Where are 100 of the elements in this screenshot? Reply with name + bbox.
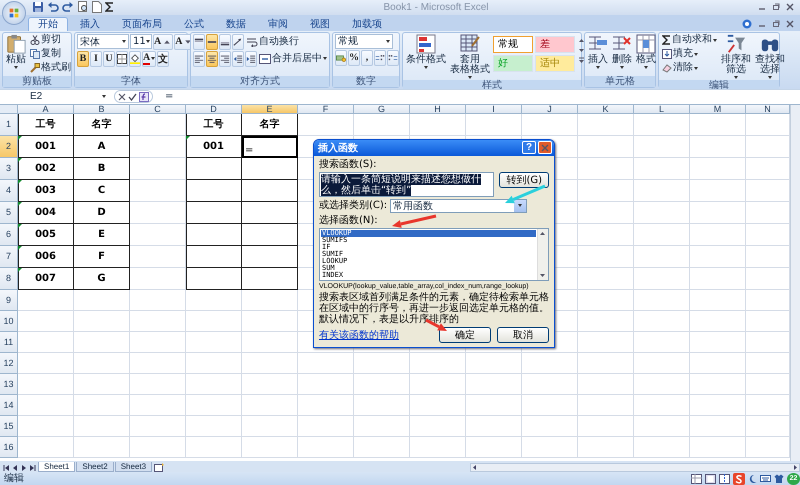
increase-decimal-button[interactable] [374,50,386,66]
close-icon[interactable] [786,3,794,12]
row-header[interactable]: 10 [0,310,18,332]
first-sheet-icon[interactable] [2,464,10,472]
page-break-icon[interactable] [719,474,730,484]
empty-cell[interactable] [578,394,634,416]
empty-cell[interactable] [130,114,186,136]
empty-cell[interactable] [242,310,298,332]
empty-cell[interactable] [74,310,130,332]
empty-cell[interactable] [298,114,354,136]
phonetic-button[interactable]: 文 [157,50,170,67]
go-button[interactable]: 转到(G) [499,172,549,188]
empty-cell[interactable] [690,158,746,180]
table-cell[interactable] [242,202,298,224]
table-cell[interactable] [186,180,242,202]
empty-cell[interactable] [354,436,410,458]
category-dropdown[interactable]: 常用函数 [390,198,528,213]
empty-cell[interactable] [130,136,186,158]
empty-cell[interactable] [634,246,690,268]
empty-cell[interactable] [242,416,298,437]
empty-cell[interactable] [354,114,410,136]
empty-cell[interactable] [130,268,186,290]
empty-cell[interactable] [578,290,634,311]
empty-cell[interactable] [634,310,690,332]
undo-icon[interactable] [47,1,59,14]
table-cell[interactable]: D [74,202,130,224]
empty-cell[interactable] [466,416,522,437]
clear-button[interactable]: 清除 [661,62,718,75]
ribbon-tab[interactable]: 插入 [70,16,110,31]
insert-function-icon[interactable] [139,92,149,102]
align-left-button[interactable] [193,50,205,67]
name-box[interactable]: E2 [0,91,110,102]
table-cell[interactable]: 003 [18,180,74,202]
empty-cell[interactable] [410,394,466,416]
empty-cell[interactable] [578,202,634,224]
last-sheet-icon[interactable] [29,464,37,472]
empty-cell[interactable] [130,436,186,458]
table-cell[interactable] [242,246,298,268]
cut-button[interactable]: 剪切 [29,34,72,47]
ribbon-tab[interactable]: 审阅 [258,16,298,31]
empty-cell[interactable] [130,158,186,180]
help-button[interactable]: ? [522,141,536,154]
empty-cell[interactable] [130,352,186,374]
empty-cell[interactable] [466,394,522,416]
empty-cell[interactable] [130,224,186,246]
table-cell[interactable] [242,224,298,246]
empty-cell[interactable] [410,114,466,136]
empty-cell[interactable] [130,416,186,437]
table-cell[interactable] [242,158,298,180]
table-cell[interactable]: 006 [18,246,74,268]
empty-cell[interactable] [690,180,746,202]
table-cell[interactable]: 工号 [18,114,74,136]
empty-cell[interactable] [130,246,186,268]
empty-cell[interactable] [690,136,746,158]
empty-cell[interactable] [690,114,746,136]
fill-button[interactable]: 填充 [661,48,718,61]
table-cell[interactable]: 007 [18,268,74,290]
copy-button[interactable]: 复制 [29,48,72,61]
empty-cell[interactable] [522,416,578,437]
empty-cell[interactable] [186,394,242,416]
empty-cell[interactable] [578,332,634,353]
more-icon[interactable] [577,56,586,65]
row-header[interactable]: 9 [0,290,18,311]
empty-cell[interactable] [74,332,130,353]
empty-cell[interactable] [578,180,634,202]
help-link[interactable]: 有关该函数的帮助 [319,328,433,342]
empty-cell[interactable] [690,374,746,395]
empty-cell[interactable] [186,352,242,374]
fill-color-button[interactable] [129,50,141,67]
empty-cell[interactable] [242,352,298,374]
empty-cell[interactable] [634,202,690,224]
table-cell[interactable]: A [74,136,130,158]
row-header[interactable]: 4 [0,180,18,202]
empty-cell[interactable] [690,436,746,458]
empty-cell[interactable] [578,416,634,437]
empty-cell[interactable] [690,416,746,437]
normal-view-icon[interactable] [691,474,702,484]
empty-cell[interactable] [186,416,242,437]
table-cell[interactable] [242,268,298,290]
grow-font-button[interactable]: A [153,34,174,50]
empty-cell[interactable] [74,352,130,374]
empty-cell[interactable] [130,332,186,353]
empty-cell[interactable] [354,394,410,416]
empty-cell[interactable] [634,394,690,416]
empty-cell[interactable] [410,416,466,437]
empty-cell[interactable] [690,332,746,353]
insert-button[interactable]: 插入 [587,34,609,69]
empty-cell[interactable] [578,268,634,290]
shirt-icon[interactable] [774,474,784,484]
table-cell[interactable]: G [74,268,130,290]
next-sheet-icon[interactable] [20,464,28,472]
table-cell[interactable]: 001 [18,136,74,158]
font-color-button[interactable]: A [142,50,156,67]
empty-cell[interactable] [634,136,690,158]
ribbon-tab[interactable]: 视图 [300,16,340,31]
empty-cell[interactable] [690,268,746,290]
font-size-dropdown[interactable]: 11 [130,34,152,50]
table-cell[interactable]: 002 [18,158,74,180]
empty-cell[interactable] [578,374,634,395]
empty-cell[interactable] [354,416,410,437]
